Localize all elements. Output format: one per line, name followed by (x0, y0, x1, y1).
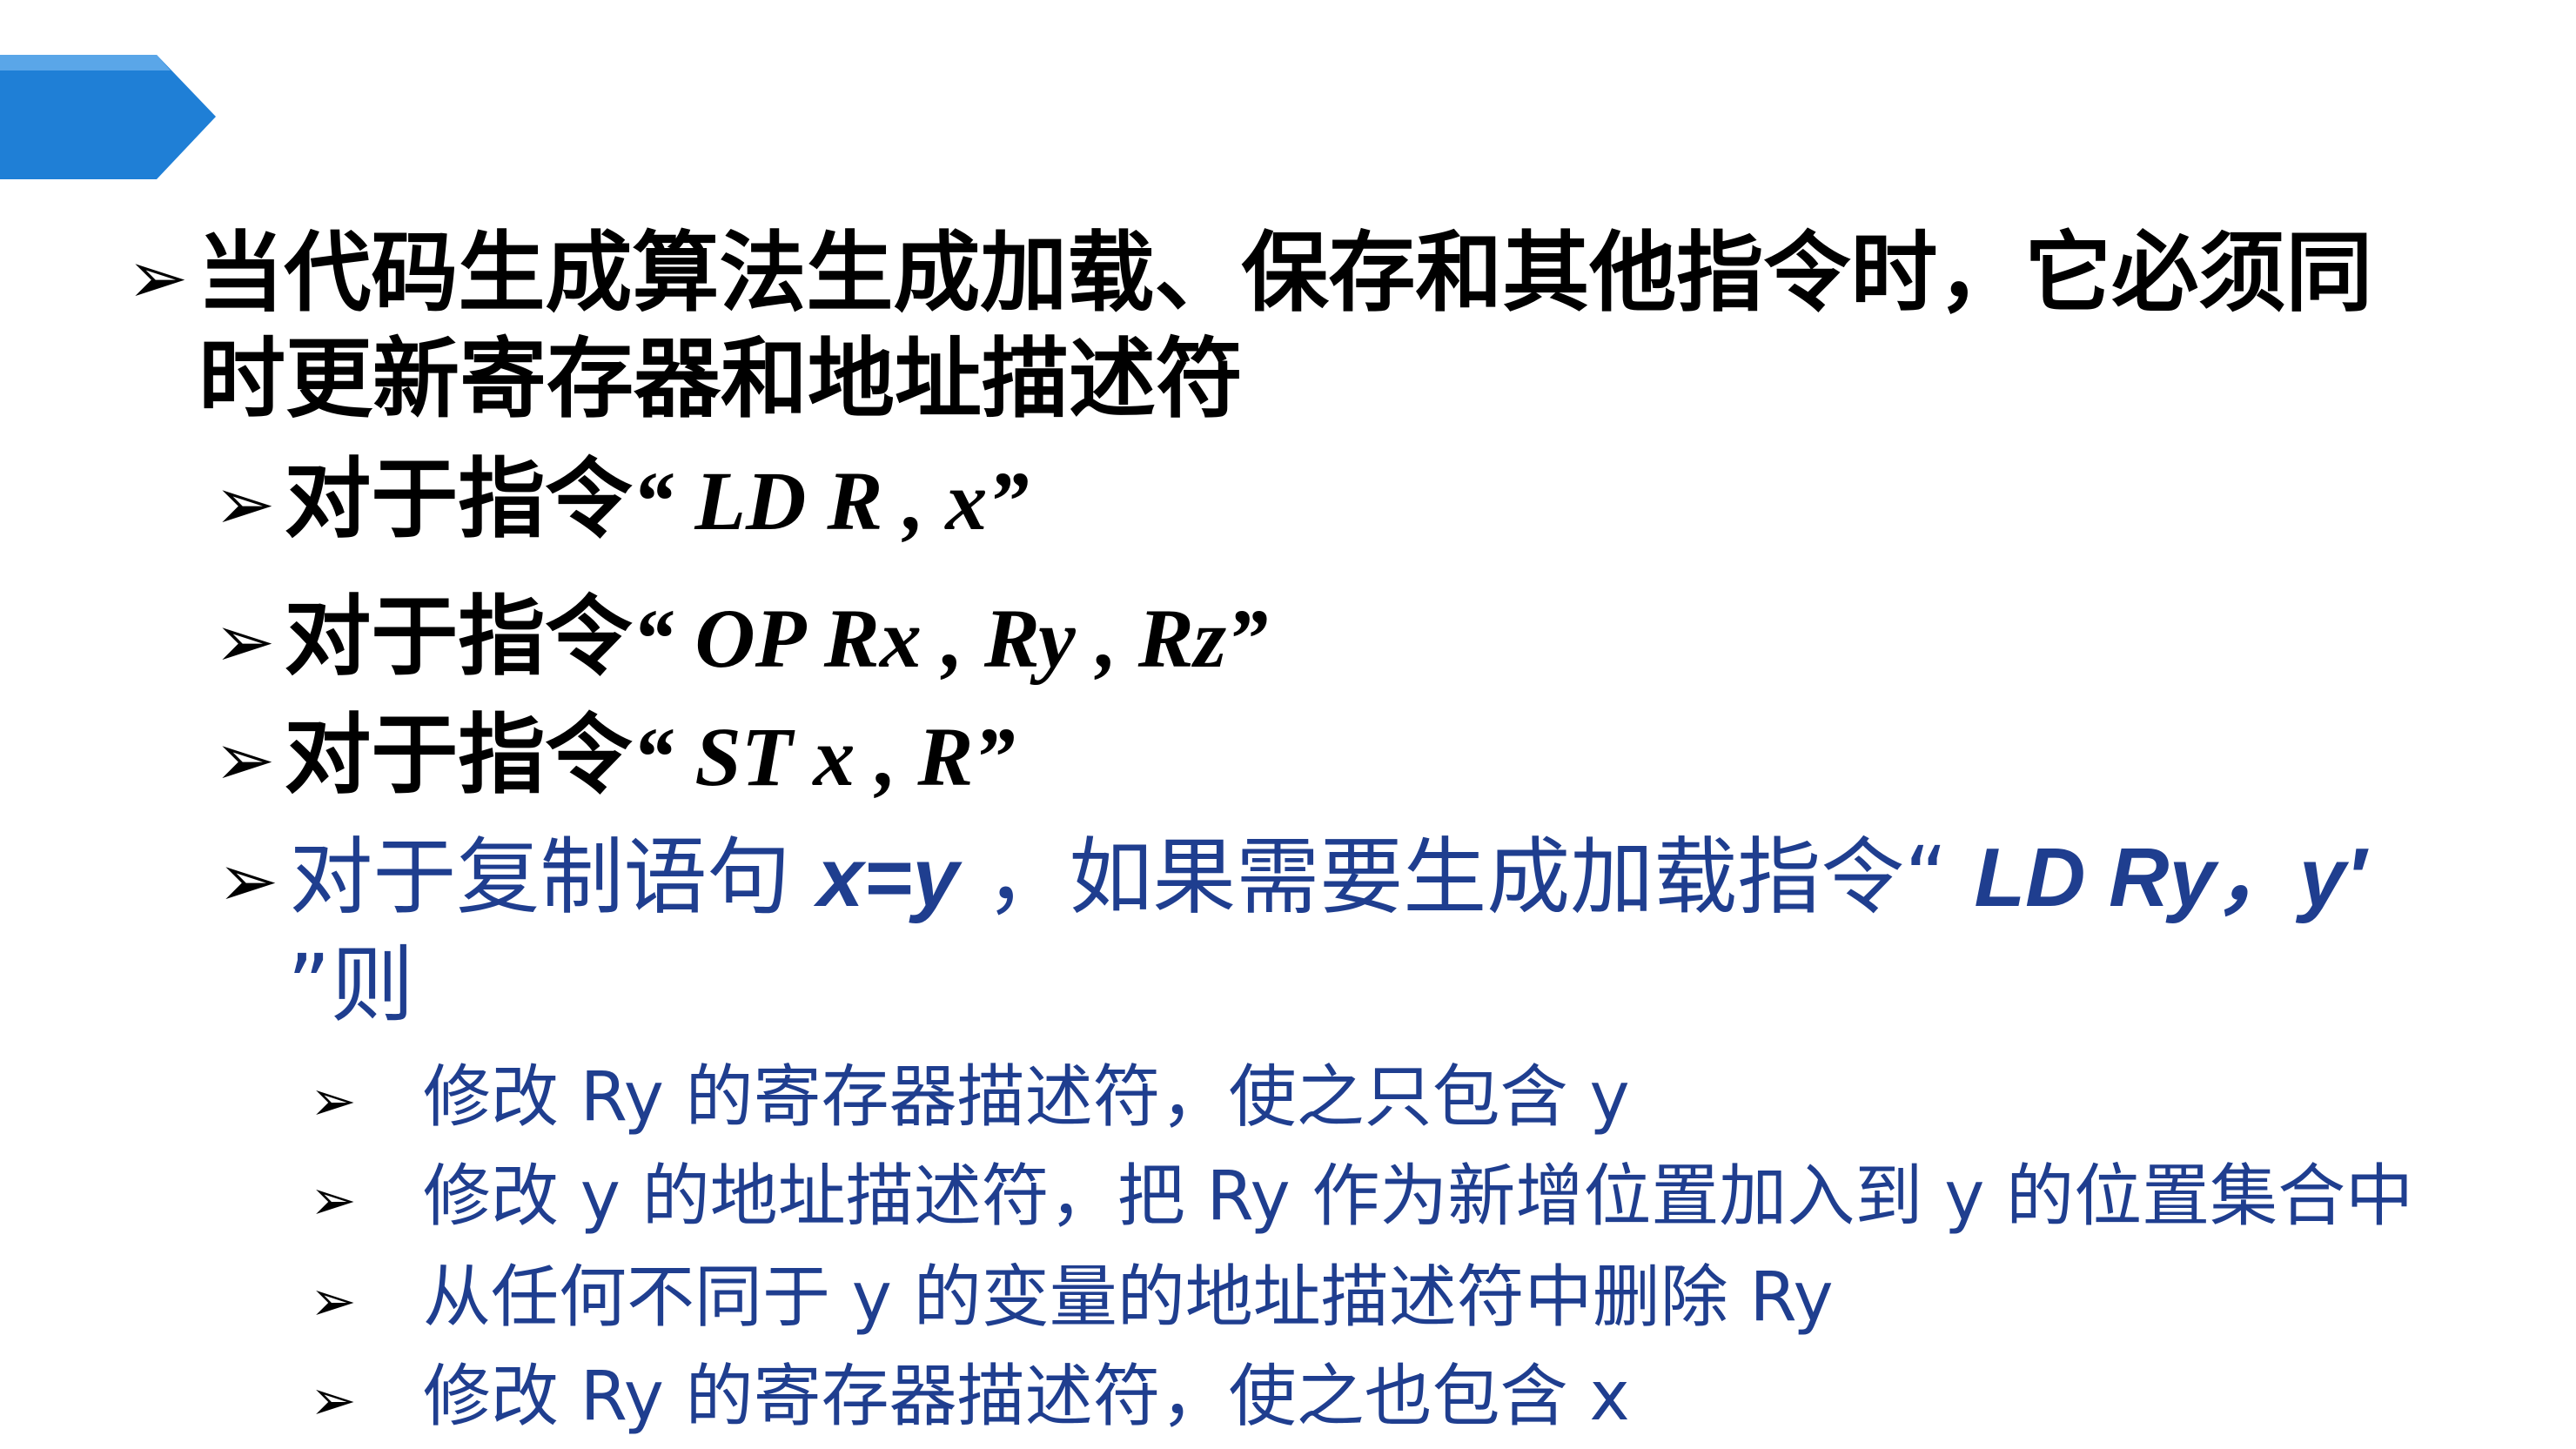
bullet-arrow-icon: ➢ (310, 1169, 357, 1233)
instruction-ld-code: “ LD R , x” (632, 454, 1030, 547)
copy-statement-code-a: x=y (816, 831, 959, 924)
bullet-arrow-icon: ➢ (214, 717, 276, 802)
step-item-3: ➢ 从任何不同于 y 的变量的地址描述符中删除 Ry (310, 1264, 1834, 1332)
banner-arrow-highlight (0, 55, 171, 70)
title-banner-arrow (0, 55, 216, 179)
slide: ➢ 当代码生成算法生成加载、保存和其他指令时，它必须同 时更新寄存器和地址描述符 … (0, 0, 2576, 1449)
bullet-arrow-icon: ➢ (127, 235, 189, 320)
main-point-line-2: 时更新寄存器和地址描述符 (198, 336, 1243, 423)
bullet-arrow-icon: ➢ (310, 1369, 357, 1433)
bullet-arrow-icon: ➢ (214, 599, 276, 684)
copy-statement-line-1: ➢ 对于复制语句 x=y ，如果需要生成加载指令“ LD Ry，y′ (218, 835, 2365, 920)
main-point-line-1: ➢ 当代码生成算法生成加载、保存和其他指令时，它必须同 (127, 230, 2372, 317)
instruction-st-prefix: 对于指令 (284, 704, 633, 806)
instruction-ld-prefix: 对于指令 (284, 448, 633, 550)
step-item-1: ➢ 修改 Ry 的寄存器描述符，使之只包含 y (310, 1063, 1630, 1131)
banner-arrow-shape (0, 55, 216, 179)
instruction-op: ➢ 对于指令“ OP Rx , Ry , Rz” (214, 594, 1268, 681)
step-item-2: ➢ 修改 y 的地址描述符，把 Ry 作为新增位置加入到 y 的位置集合中 (310, 1163, 2413, 1231)
main-point-text-1: 当代码生成算法生成加载、保存和其他指令时，它必须同 (197, 222, 2373, 324)
instruction-st: ➢ 对于指令“ ST x , R” (214, 712, 1015, 799)
instruction-op-code: “ OP Rx , Ry , Rz” (632, 592, 1269, 685)
step-text-2: 修改 y 的地址描述符，把 Ry 作为新增位置加入到 y 的位置集合中 (423, 1157, 2414, 1236)
copy-statement-text-line2: ”则 (287, 936, 414, 1034)
copy-statement-code-b: LD Ry，y′ (1974, 831, 2366, 924)
bullet-arrow-icon: ➢ (214, 461, 276, 547)
copy-statement-text-a: 对于复制语句 (289, 828, 817, 926)
instruction-ld: ➢ 对于指令“ LD R , x” (214, 456, 1029, 543)
step-item-4: ➢ 修改 Ry 的寄存器描述符，使之也包含 x (310, 1363, 1630, 1431)
step-text-1: 修改 Ry 的寄存器描述符，使之只包含 y (423, 1058, 1630, 1137)
copy-statement-line-2: ”则 (287, 943, 414, 1027)
instruction-op-prefix: 对于指令 (284, 586, 633, 688)
bullet-arrow-icon: ➢ (218, 838, 279, 923)
step-text-4: 修改 Ry 的寄存器描述符，使之也包含 x (423, 1358, 1630, 1436)
step-text-3: 从任何不同于 y 的变量的地址描述符中删除 Ry (423, 1258, 1834, 1337)
bullet-arrow-icon: ➢ (310, 1070, 357, 1134)
instruction-st-code: “ ST x , R” (632, 710, 1016, 803)
main-point-text-2: 时更新寄存器和地址描述符 (198, 328, 1243, 430)
copy-statement-text-b: ，如果需要生成加载指令“ (958, 828, 1975, 926)
bullet-arrow-icon: ➢ (310, 1270, 357, 1334)
